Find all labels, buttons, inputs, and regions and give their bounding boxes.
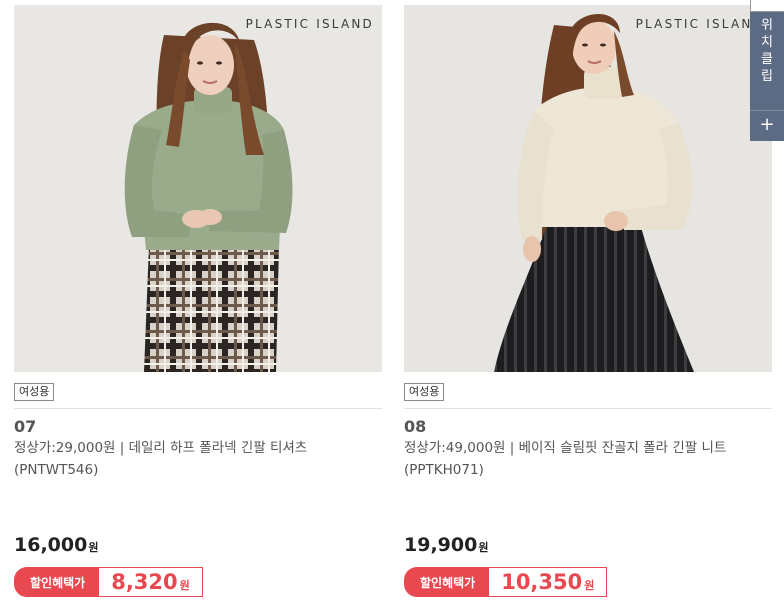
price-unit: 원 <box>88 541 99 554</box>
product-description[interactable]: 정상가:29,000원 | 데일리 하프 폴라넥 긴팔 티셔츠 (PNTWT54… <box>14 437 374 481</box>
divider <box>404 408 772 409</box>
product-card[interactable]: PLASTIC ISLAND 여성용 07 정상가:29,000원 | 데일리 … <box>14 5 382 597</box>
price-unit: 원 <box>478 541 489 554</box>
price-value: 19,900 <box>404 534 478 556</box>
gender-tag: 여성용 <box>14 383 55 401</box>
widget-top-strip <box>750 0 784 12</box>
product-description[interactable]: 정상가:49,000원 | 베이직 슬림핏 잔골지 폴라 긴팔 니트 (PPTK… <box>404 437 764 481</box>
product-price: 16,000원 <box>14 534 98 556</box>
product-image[interactable]: PLASTIC ISLAND <box>404 5 772 372</box>
gender-tag: 여성용 <box>404 383 445 401</box>
divider <box>14 408 382 409</box>
discount-unit: 원 <box>584 579 595 592</box>
discount-price: 10,350 <box>501 570 583 594</box>
discount-price-box: 할인혜택가 8,320 원 <box>14 567 203 597</box>
product-card[interactable]: PLASTIC ISLAND 여성용 08 정상가:49,000원 | 베이직 … <box>404 5 772 597</box>
discount-value: 10,350 원 <box>489 567 608 597</box>
discount-value: 8,320 원 <box>99 567 203 597</box>
product-image[interactable]: PLASTIC ISLAND <box>14 5 382 372</box>
discount-label: 할인혜택가 <box>404 567 490 597</box>
model-photo-ivory-knit <box>404 5 772 372</box>
product-price: 19,900원 <box>404 534 488 556</box>
model-photo-green-turtleneck <box>14 5 382 372</box>
product-number: 07 <box>14 417 37 436</box>
brand-logo: PLASTIC ISLAND <box>245 17 374 31</box>
price-value: 16,000 <box>14 534 88 556</box>
product-number: 08 <box>404 417 427 436</box>
discount-price-box: 할인혜택가 10,350 원 <box>404 567 608 597</box>
brand-logo: PLASTIC ISLAND <box>635 17 764 31</box>
discount-unit: 원 <box>179 579 190 592</box>
discount-price: 8,320 <box>111 570 178 594</box>
plus-icon[interactable]: + <box>750 111 784 139</box>
discount-label: 할인혜택가 <box>14 567 100 597</box>
location-clip-widget[interactable]: 위치클립 + <box>750 0 784 141</box>
location-clip-label[interactable]: 위치클립 <box>760 12 774 104</box>
